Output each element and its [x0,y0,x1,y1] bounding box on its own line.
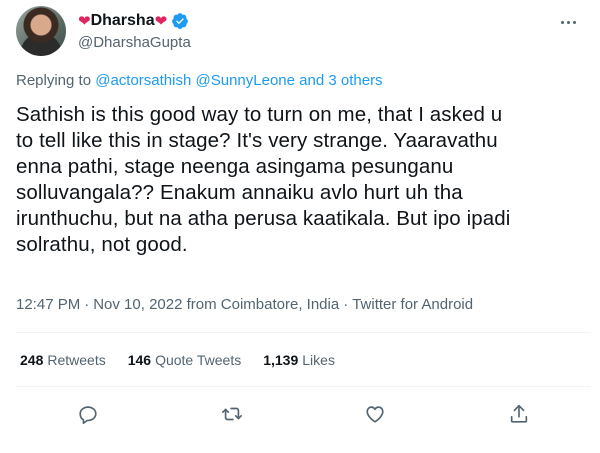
dot-icon [566,20,570,24]
reply-icon [79,406,97,424]
heart-icon: ❤ [154,12,168,30]
share-button[interactable] [501,396,537,432]
dot-icon [572,20,576,24]
author-handle[interactable]: @DharshaGupta [78,34,191,51]
quote-tweets-stat[interactable]: 146 Quote Tweets [128,352,242,368]
tweet-stats: 248 Retweets 146 Quote Tweets 1,139 Likes [20,352,357,368]
like-icon [366,406,384,423]
mention-and: and [299,72,325,89]
retweets-stat[interactable]: 248 Retweets [20,352,106,368]
like-button[interactable] [357,396,393,432]
heart-icon: ❤ [78,12,91,30]
verified-badge-icon [172,13,189,29]
tweet-meta: 12:47 PM · Nov 10, 2022 from Coimbatore, I… [16,296,473,313]
tweet-date[interactable]: Nov 10, 2022 [93,296,182,313]
mention-link[interactable]: @actorsathish [95,72,191,89]
replying-to: Replying to @actorsathish @SunnyLeone an… [16,72,383,89]
action-bar [16,396,591,432]
share-icon [510,404,528,423]
tweet-time[interactable]: 12:47 PM [16,296,80,313]
display-name-row[interactable]: ❤ Dharsha ❤ [78,10,191,32]
author-names: ❤ Dharsha ❤ @DharshaGupta [78,10,191,51]
more-options-button[interactable] [556,12,580,32]
tweet-text: Sathish is this good way to turn on me, … [16,103,511,256]
divider [16,386,591,387]
others-link[interactable]: 3 others [328,72,382,89]
tweet-header: ❤ Dharsha ❤ @DharshaGupta [16,6,586,62]
retweet-icon [221,407,242,421]
retweet-button[interactable] [214,396,250,432]
mention-link[interactable]: @SunnyLeone [196,72,295,89]
separator: · [84,296,90,313]
tweet-source[interactable]: Twitter for Android [352,296,473,313]
display-name[interactable]: Dharsha [91,12,155,30]
divider [16,332,591,333]
dot-icon [560,20,564,24]
tweet-location[interactable]: from Coimbatore, India [187,296,340,313]
replying-prefix: Replying to [16,72,92,89]
separator: · [343,296,349,313]
likes-stat[interactable]: 1,139 Likes [263,352,335,368]
reply-button[interactable] [70,396,106,432]
avatar[interactable] [16,6,66,56]
